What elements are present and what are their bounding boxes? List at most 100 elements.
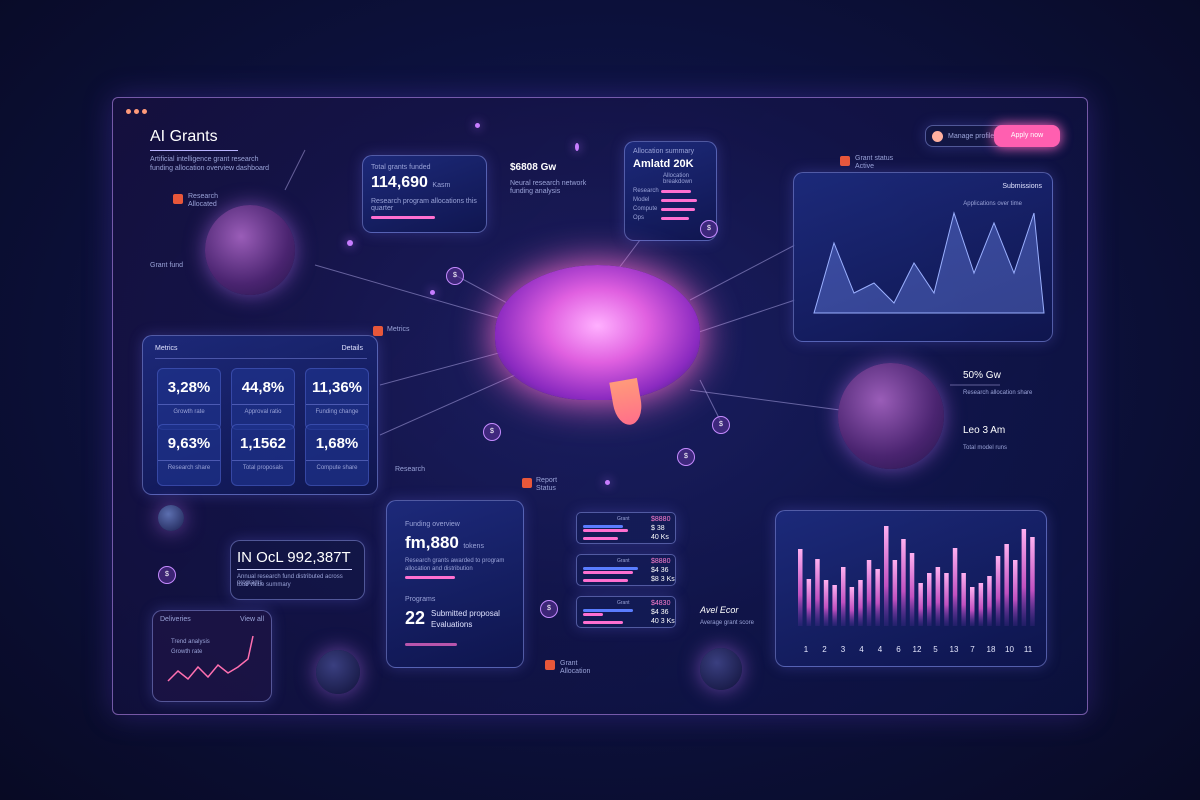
title-underline (150, 150, 238, 151)
metric-tile[interactable]: 9,63% Research share (157, 424, 221, 486)
mini-bar-card: Grant $8880 $ 38 40 Ks (576, 512, 676, 544)
program-count: 22 (405, 608, 426, 628)
metric-label: Total proposals (232, 460, 294, 471)
allocation-row: Compute (633, 206, 708, 212)
x-tick-label: 7 (970, 645, 975, 654)
annual-fund-value: IN OcL 992,387T (237, 549, 351, 566)
allocation-icon (545, 660, 555, 670)
bar (1013, 560, 1018, 626)
progress-bar (405, 643, 457, 646)
grant-node-icon[interactable]: $ (712, 416, 730, 434)
glow-dot (347, 240, 353, 246)
avatar[interactable] (932, 131, 943, 142)
sphere-value: Leo 3 Am (963, 425, 1006, 436)
count-label: Submitted proposal (431, 609, 500, 618)
mini-bar (583, 525, 623, 528)
metric-tile[interactable]: 11,36% Funding change (305, 368, 369, 430)
legend-label: Research (188, 193, 218, 200)
window-dot[interactable] (126, 109, 131, 114)
bar (815, 559, 820, 626)
mid-value: $6808 Gw (510, 162, 557, 173)
bar (832, 585, 837, 626)
mini-value: 40 Ks (651, 534, 669, 541)
bar (1004, 544, 1009, 626)
metric-label: Research share (158, 460, 220, 471)
grant-node-icon[interactable]: $ (540, 600, 558, 618)
report-icon (522, 478, 532, 488)
progress-bar (371, 216, 436, 219)
window-dot[interactable] (134, 109, 139, 114)
bar (918, 583, 923, 626)
data-sphere (838, 363, 944, 469)
subtitle: Artificial intelligence grant research (150, 156, 259, 163)
bar (866, 560, 872, 626)
metric-tile[interactable]: 1,68% Compute share (305, 424, 369, 486)
row-label: Ops (633, 215, 645, 221)
bar (978, 583, 984, 626)
grant-node-icon[interactable]: $ (446, 267, 464, 285)
x-tick-label: 4 (878, 645, 883, 654)
mini-bar-label: Grant (617, 516, 630, 522)
bar (884, 526, 889, 626)
card-value: fm,880 (405, 533, 459, 552)
bar (875, 569, 880, 626)
grant-node-icon[interactable]: $ (483, 423, 501, 441)
bar-chart-card: 1 2 3 4 4 6 12 5 13 7 18 10 11 (775, 510, 1047, 667)
window-controls (126, 109, 147, 114)
data-sphere (205, 205, 295, 295)
grant-node-icon[interactable]: $ (677, 448, 695, 466)
x-tick-label: 1 (804, 645, 809, 654)
card-title: Amlatd 20K (633, 158, 694, 170)
row-label: Model (633, 197, 650, 203)
allocation-row: Model (633, 197, 708, 203)
metric-tile[interactable]: 44,8% Approval ratio (231, 368, 295, 430)
bar (892, 560, 898, 626)
row-label: Compute (633, 206, 658, 212)
glow-dot (475, 123, 480, 128)
bar (849, 587, 855, 626)
trend-line (167, 635, 254, 682)
metric-tile[interactable]: 3,28% Growth rate (157, 368, 221, 430)
total-grants-card: Total grants funded 114,690 Kasm Researc… (362, 155, 487, 233)
profile-link[interactable]: Manage profile (948, 133, 994, 140)
card-unit: tokens (463, 543, 484, 550)
note-label: Status (536, 485, 556, 492)
details-link[interactable]: Details (342, 345, 363, 352)
fund-desc: total value summary (237, 582, 291, 588)
glow-dot (575, 143, 579, 151)
grant-icon (173, 194, 183, 204)
metric-value: 11,36% (311, 379, 363, 396)
mini-value: $8 3 Ks (651, 576, 675, 583)
page-title: AI Grants (150, 128, 218, 145)
bar (952, 548, 958, 626)
bar (901, 539, 906, 626)
metric-tile[interactable]: 1,1562 Total proposals (231, 424, 295, 486)
bar (841, 567, 846, 626)
metric-value: 9,63% (167, 435, 211, 452)
status-icon (840, 156, 850, 166)
row-bar (661, 207, 695, 211)
bar (935, 567, 941, 626)
grant-node-icon[interactable]: $ (700, 220, 718, 238)
divider (155, 358, 367, 359)
mini-bar-label: Grant (617, 558, 630, 564)
grant-node-icon[interactable]: $ (158, 566, 176, 584)
mini-value: $8880 (651, 558, 671, 565)
brain-icon (495, 265, 700, 428)
metrics-icon (373, 326, 383, 336)
row-label: Research (633, 188, 659, 194)
note-label: Grant (560, 660, 578, 667)
apply-button[interactable]: Apply now (994, 125, 1060, 147)
mini-bar (583, 571, 633, 574)
note-desc: Average grant score (700, 620, 754, 626)
x-tick-label: 2 (822, 645, 827, 654)
note-label: Allocation (560, 668, 591, 675)
note-label: Active (855, 163, 875, 170)
bar (970, 587, 975, 626)
mini-bar (583, 567, 638, 570)
metric-label: Funding change (306, 404, 368, 415)
card-header: Allocation breakdown (663, 173, 693, 185)
sphere-value: 50% Gw (963, 370, 1001, 381)
window-dot[interactable] (142, 109, 147, 114)
x-tick-label: 5 (933, 645, 938, 654)
